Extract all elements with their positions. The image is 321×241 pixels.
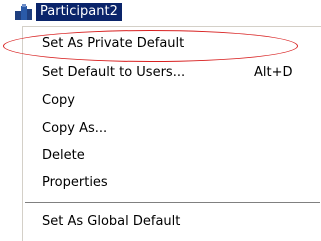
menu-item-label: Delete bbox=[42, 148, 85, 163]
tree-node-participant2[interactable]: Participant2 bbox=[14, 0, 321, 22]
menu-item-copy[interactable]: Copy bbox=[23, 88, 321, 114]
tree-node-label: Participant2 bbox=[36, 3, 122, 21]
menu-item-delete[interactable]: Delete bbox=[23, 143, 321, 169]
menu-item-set-default-to-users[interactable]: Set Default to Users... Alt+D bbox=[23, 60, 321, 86]
menu-item-label: Set As Global Default bbox=[42, 214, 181, 229]
menu-item-set-as-global-default[interactable]: Set As Global Default bbox=[23, 209, 321, 235]
context-menu: Set As Private Default Set Default to Us… bbox=[22, 26, 321, 241]
menu-item-label: Properties bbox=[42, 175, 108, 190]
menu-item-label: Copy As... bbox=[42, 121, 108, 136]
participant-node-icon bbox=[14, 3, 34, 21]
menu-separator bbox=[25, 202, 320, 204]
menu-item-shortcut: Alt+D bbox=[254, 65, 293, 80]
menu-item-copy-as[interactable]: Copy As... bbox=[23, 116, 321, 142]
menu-item-properties[interactable]: Properties bbox=[23, 170, 321, 196]
menu-item-label: Set As Private Default bbox=[42, 36, 185, 51]
menu-item-label: Set Default to Users... bbox=[42, 65, 186, 80]
menu-item-label: Copy bbox=[42, 93, 75, 108]
menu-item-set-as-private-default[interactable]: Set As Private Default bbox=[23, 31, 321, 57]
